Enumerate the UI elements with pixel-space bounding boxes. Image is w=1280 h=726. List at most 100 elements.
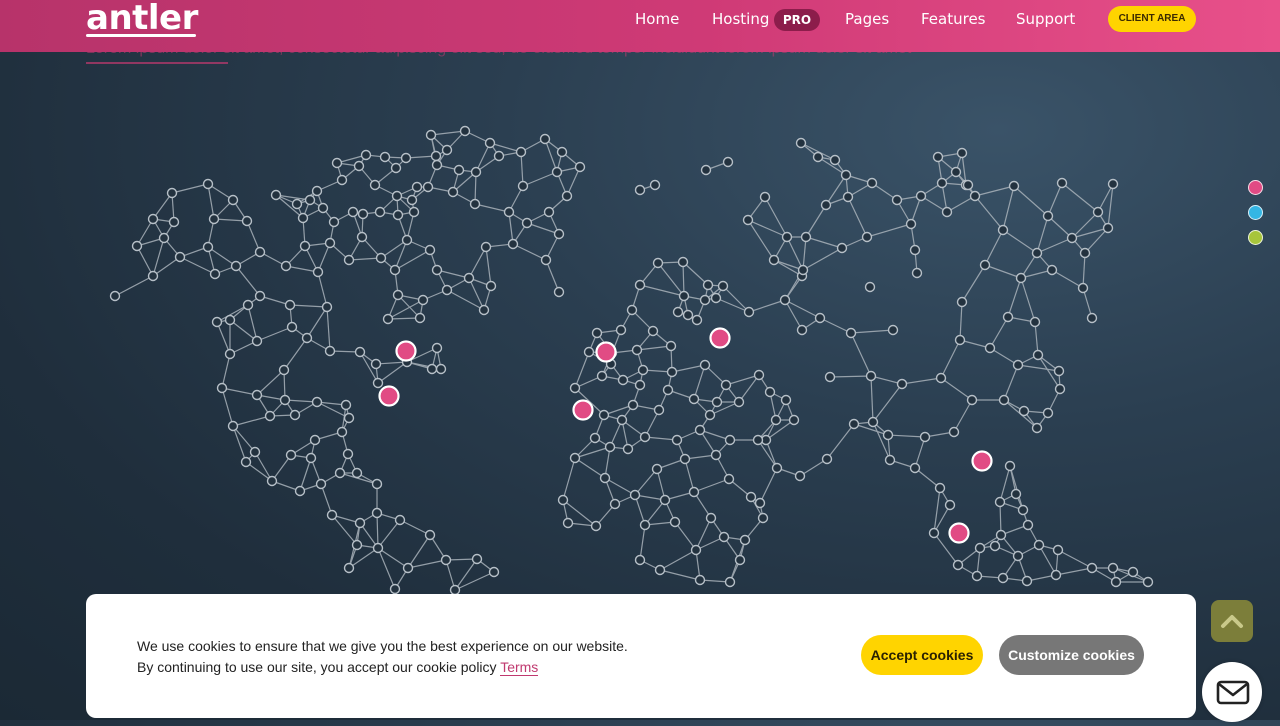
contact-mail-button[interactable]: [1202, 662, 1262, 722]
map-network-node: [254, 246, 266, 258]
map-network-node: [553, 228, 565, 240]
map-network-node: [400, 152, 412, 164]
map-network-node: [401, 234, 413, 246]
map-network-node: [336, 174, 348, 186]
map-network-node: [1032, 349, 1044, 361]
nav-home[interactable]: Home: [635, 10, 679, 28]
map-network-node: [997, 572, 1009, 584]
slide-dot-1[interactable]: [1248, 180, 1263, 195]
map-network-line: [974, 185, 1015, 197]
map-network-node: [343, 562, 355, 574]
map-network-line: [1047, 182, 1063, 217]
map-network-node: [745, 491, 757, 503]
map-network-line: [179, 256, 216, 275]
map-network-node: [743, 306, 755, 318]
map-network-line: [1107, 183, 1114, 229]
map-network-node: [371, 478, 383, 490]
map-location-pin: [709, 327, 731, 349]
map-network-node: [424, 529, 436, 541]
map-network-node: [1086, 562, 1098, 574]
map-network-line: [376, 512, 379, 549]
map-network-node: [1018, 405, 1030, 417]
map-network-node: [251, 335, 263, 347]
map-network-node: [672, 306, 684, 318]
map-network-node: [557, 494, 569, 506]
nav-pages[interactable]: Pages: [845, 10, 889, 28]
map-network-node: [1066, 232, 1078, 244]
nav-hosting[interactable]: Hosting: [712, 10, 769, 28]
map-network-node: [551, 166, 563, 178]
map-network-node: [1054, 383, 1066, 395]
slide-dot-3[interactable]: [1248, 230, 1263, 245]
map-network-node: [294, 485, 306, 497]
map-network-node: [360, 149, 372, 161]
map-network-node: [634, 554, 646, 566]
cookie-line-2: By continuing to use our site, you accep…: [137, 657, 628, 678]
map-network-node: [604, 441, 616, 453]
map-network-line: [872, 421, 891, 461]
site-logo[interactable]: antler: [86, 0, 198, 38]
map-network-node: [788, 414, 800, 426]
map-network-node: [794, 470, 806, 482]
map-network-line: [693, 478, 730, 493]
map-network-node: [652, 257, 664, 269]
map-network-node: [629, 489, 641, 501]
map-network-node: [1010, 488, 1022, 500]
map-network-node: [609, 498, 621, 510]
map-network-node: [299, 240, 311, 252]
map-network-line: [805, 236, 843, 249]
map-location-pin: [395, 340, 417, 362]
cookie-line-2-text: By continuing to use our site, you accep…: [137, 659, 497, 675]
map-network-node: [679, 453, 691, 465]
map-network-node: [634, 379, 646, 391]
map-network-line: [1020, 277, 1036, 323]
map-network-line: [989, 316, 1009, 349]
map-network-node: [954, 334, 966, 346]
map-network-node: [556, 146, 568, 158]
nav-features[interactable]: Features: [921, 10, 986, 28]
map-network-node: [430, 150, 442, 162]
map-network-node: [521, 217, 533, 229]
map-network-node: [971, 570, 983, 582]
map-network-line: [114, 275, 154, 297]
map-network-line: [722, 285, 750, 313]
map-network-node: [216, 382, 228, 394]
nav-support[interactable]: Support: [1016, 10, 1075, 28]
customize-cookies-button[interactable]: Customize cookies: [999, 635, 1144, 675]
map-network-node: [720, 379, 732, 391]
scroll-to-top-button[interactable]: [1211, 600, 1253, 642]
map-network-node: [966, 394, 978, 406]
map-network-node: [174, 251, 186, 263]
map-network-line: [959, 301, 963, 341]
map-network-line: [866, 223, 912, 238]
map-network-line: [825, 174, 847, 206]
map-network-node: [351, 539, 363, 551]
map-network-node: [682, 309, 694, 321]
accept-cookies-button[interactable]: Accept cookies: [861, 635, 983, 675]
map-network-node: [867, 416, 879, 428]
slide-dot-2[interactable]: [1248, 205, 1263, 220]
map-network-node: [389, 583, 401, 595]
map-network-line: [1036, 215, 1049, 254]
map-network-node: [331, 157, 343, 169]
map-location-pin: [971, 450, 993, 472]
map-network-node: [425, 129, 437, 141]
client-area-button[interactable]: CLIENT AREA: [1108, 6, 1196, 32]
map-network-line: [953, 399, 973, 433]
map-network-node: [998, 394, 1010, 406]
map-network-node: [800, 231, 812, 243]
map-network-line: [574, 457, 606, 479]
cookie-terms-link[interactable]: Terms: [500, 659, 539, 676]
map-network-node: [948, 426, 960, 438]
map-network-line: [826, 423, 855, 460]
map-network-line: [235, 265, 261, 297]
map-network-node: [1012, 550, 1024, 562]
map-network-line: [289, 304, 328, 308]
map-network-line: [377, 519, 401, 549]
map-network-node: [753, 369, 765, 381]
map-network-line: [394, 249, 431, 271]
map-network-node: [280, 260, 292, 272]
map-network-node: [379, 151, 391, 163]
map-network-node: [426, 363, 438, 375]
map-network-node: [944, 499, 956, 511]
